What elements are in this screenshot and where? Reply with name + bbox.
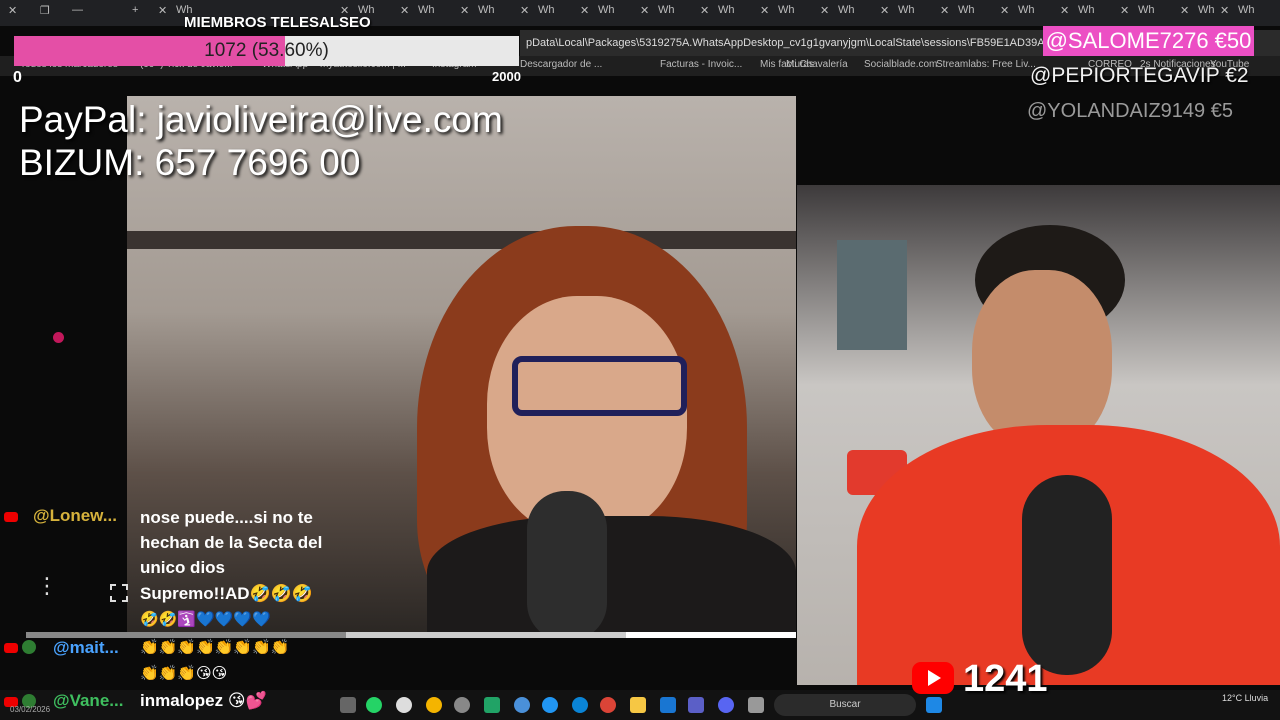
browser-tab[interactable]: ✕ Wh bbox=[1000, 4, 1056, 22]
more-options-icon[interactable]: ⋮ bbox=[36, 575, 58, 597]
browser-tab[interactable]: ✕ Wh bbox=[580, 4, 636, 22]
goal-min-label: 0 bbox=[13, 69, 22, 86]
youtube-icon bbox=[4, 512, 18, 522]
browser-tab[interactable]: ✕ Wh bbox=[1220, 4, 1270, 22]
chrome-icon[interactable] bbox=[600, 697, 616, 713]
browser-tab[interactable]: ✕ Wh bbox=[1060, 4, 1116, 22]
browser-tab[interactable]: ✕ Wh bbox=[520, 4, 576, 22]
app-icon[interactable] bbox=[542, 697, 558, 713]
windows-start-icon[interactable] bbox=[926, 697, 942, 713]
browser-tab[interactable]: ✕ Wh bbox=[820, 4, 876, 22]
chat-message-line: Supremo!!AD🤣🤣🤣 bbox=[140, 584, 314, 603]
paypal-info: PayPal: javioliveira@live.com bbox=[19, 99, 503, 140]
edge-icon[interactable] bbox=[572, 697, 588, 713]
browser-tab[interactable]: ✕ Wh bbox=[640, 4, 696, 22]
folder-icon[interactable] bbox=[630, 697, 646, 713]
chat-message-line: inmalopez 😘💕 bbox=[140, 691, 267, 710]
teams-icon[interactable] bbox=[688, 697, 704, 713]
browser-tab[interactable]: ✕ Wh bbox=[460, 4, 516, 22]
host-face bbox=[972, 270, 1112, 450]
bizum-info: BIZUM: 657 7696 00 bbox=[19, 142, 361, 183]
chat-username[interactable]: @Vane... bbox=[53, 691, 123, 711]
browser-tab[interactable]: ✕ Wh bbox=[760, 4, 816, 22]
fullscreen-icon[interactable] bbox=[110, 584, 128, 602]
browser-tab[interactable]: ✕ Wh bbox=[1120, 4, 1176, 22]
goal-title: MIEMBROS TELESALSEO bbox=[184, 14, 371, 31]
chat-message-line: 👏👏👏👏👏👏👏👏 bbox=[140, 639, 290, 656]
bookmark-item[interactable]: Descargador de ... bbox=[520, 59, 602, 70]
bookmark-item[interactable]: Streamlabs: Free Liv... bbox=[936, 59, 1036, 70]
browser-tab[interactable]: ✕ Wh bbox=[700, 4, 756, 22]
app-icon[interactable] bbox=[514, 697, 530, 713]
weather-widget[interactable]: 12°C Lluvia bbox=[1222, 693, 1268, 703]
video-progress-fill bbox=[626, 632, 796, 638]
browser-tab[interactable]: ✕ Wh bbox=[400, 4, 456, 22]
goal-progress-text: 1072 (53.60%) bbox=[204, 40, 329, 61]
play-icon bbox=[928, 670, 941, 686]
record-indicator-icon bbox=[53, 332, 64, 343]
microphone-icon bbox=[527, 491, 607, 636]
app-icon[interactable] bbox=[454, 697, 470, 713]
new-tab-icon[interactable]: + bbox=[132, 4, 152, 22]
chat-message-line: 🤣🤣🛐💙💙💙💙 bbox=[140, 611, 271, 628]
tv-screen bbox=[837, 240, 907, 350]
youtube-icon bbox=[4, 643, 18, 653]
chat-message-line: 👏👏👏😘😘 bbox=[140, 665, 228, 682]
chat-username[interactable]: @Lonew... bbox=[33, 506, 117, 526]
obs-icon[interactable] bbox=[396, 697, 412, 713]
bookmark-item[interactable]: Mi Chavalería bbox=[786, 59, 848, 70]
chat-message-line: hechan de la Secta del bbox=[140, 533, 323, 552]
chat-username[interactable]: @mait... bbox=[53, 638, 119, 658]
donation-latest: @SALOME7276 €50 bbox=[1043, 26, 1254, 56]
whatsapp-icon[interactable] bbox=[366, 697, 382, 713]
bookmark-item[interactable]: Facturas - Invoic... bbox=[660, 59, 742, 70]
taskbar-date: 03/02/2026 bbox=[10, 705, 51, 714]
video-progress-buffer bbox=[346, 632, 626, 638]
viewer-count: 1241 bbox=[963, 658, 1048, 700]
goal-max-label: 2000 bbox=[492, 69, 521, 84]
minimize-window-icon[interactable]: — bbox=[72, 4, 92, 22]
close-window-icon[interactable]: ✕ bbox=[8, 4, 28, 22]
chat-message-line: nose puede....si no te bbox=[140, 508, 313, 527]
app-icon[interactable] bbox=[748, 697, 764, 713]
guest-body bbox=[427, 516, 796, 636]
microphone-icon bbox=[1022, 475, 1112, 675]
bookmark-item[interactable]: Socialblade.com bbox=[864, 59, 937, 70]
excel-icon[interactable] bbox=[484, 697, 500, 713]
browser-tab[interactable]: ✕ Wh bbox=[940, 4, 996, 22]
restore-window-icon[interactable]: ❐ bbox=[40, 4, 60, 22]
browser-tab[interactable]: ✕ Wh bbox=[880, 4, 936, 22]
avatar bbox=[22, 640, 36, 654]
host-video-feed bbox=[797, 185, 1280, 685]
app-icon[interactable] bbox=[426, 697, 442, 713]
guest-glasses bbox=[512, 356, 687, 416]
chat-message-line: unico dios bbox=[140, 558, 225, 577]
shelf bbox=[127, 231, 796, 249]
file-explorer-icon[interactable] bbox=[340, 697, 356, 713]
donation-item: @PEPIORTEGAVIP €2 bbox=[1030, 64, 1249, 87]
taskbar-search[interactable]: Buscar bbox=[774, 694, 916, 716]
discord-icon[interactable] bbox=[718, 697, 734, 713]
donation-item: @YOLANDAIZ9149 €5 bbox=[1027, 100, 1233, 122]
mail-icon[interactable] bbox=[660, 697, 676, 713]
